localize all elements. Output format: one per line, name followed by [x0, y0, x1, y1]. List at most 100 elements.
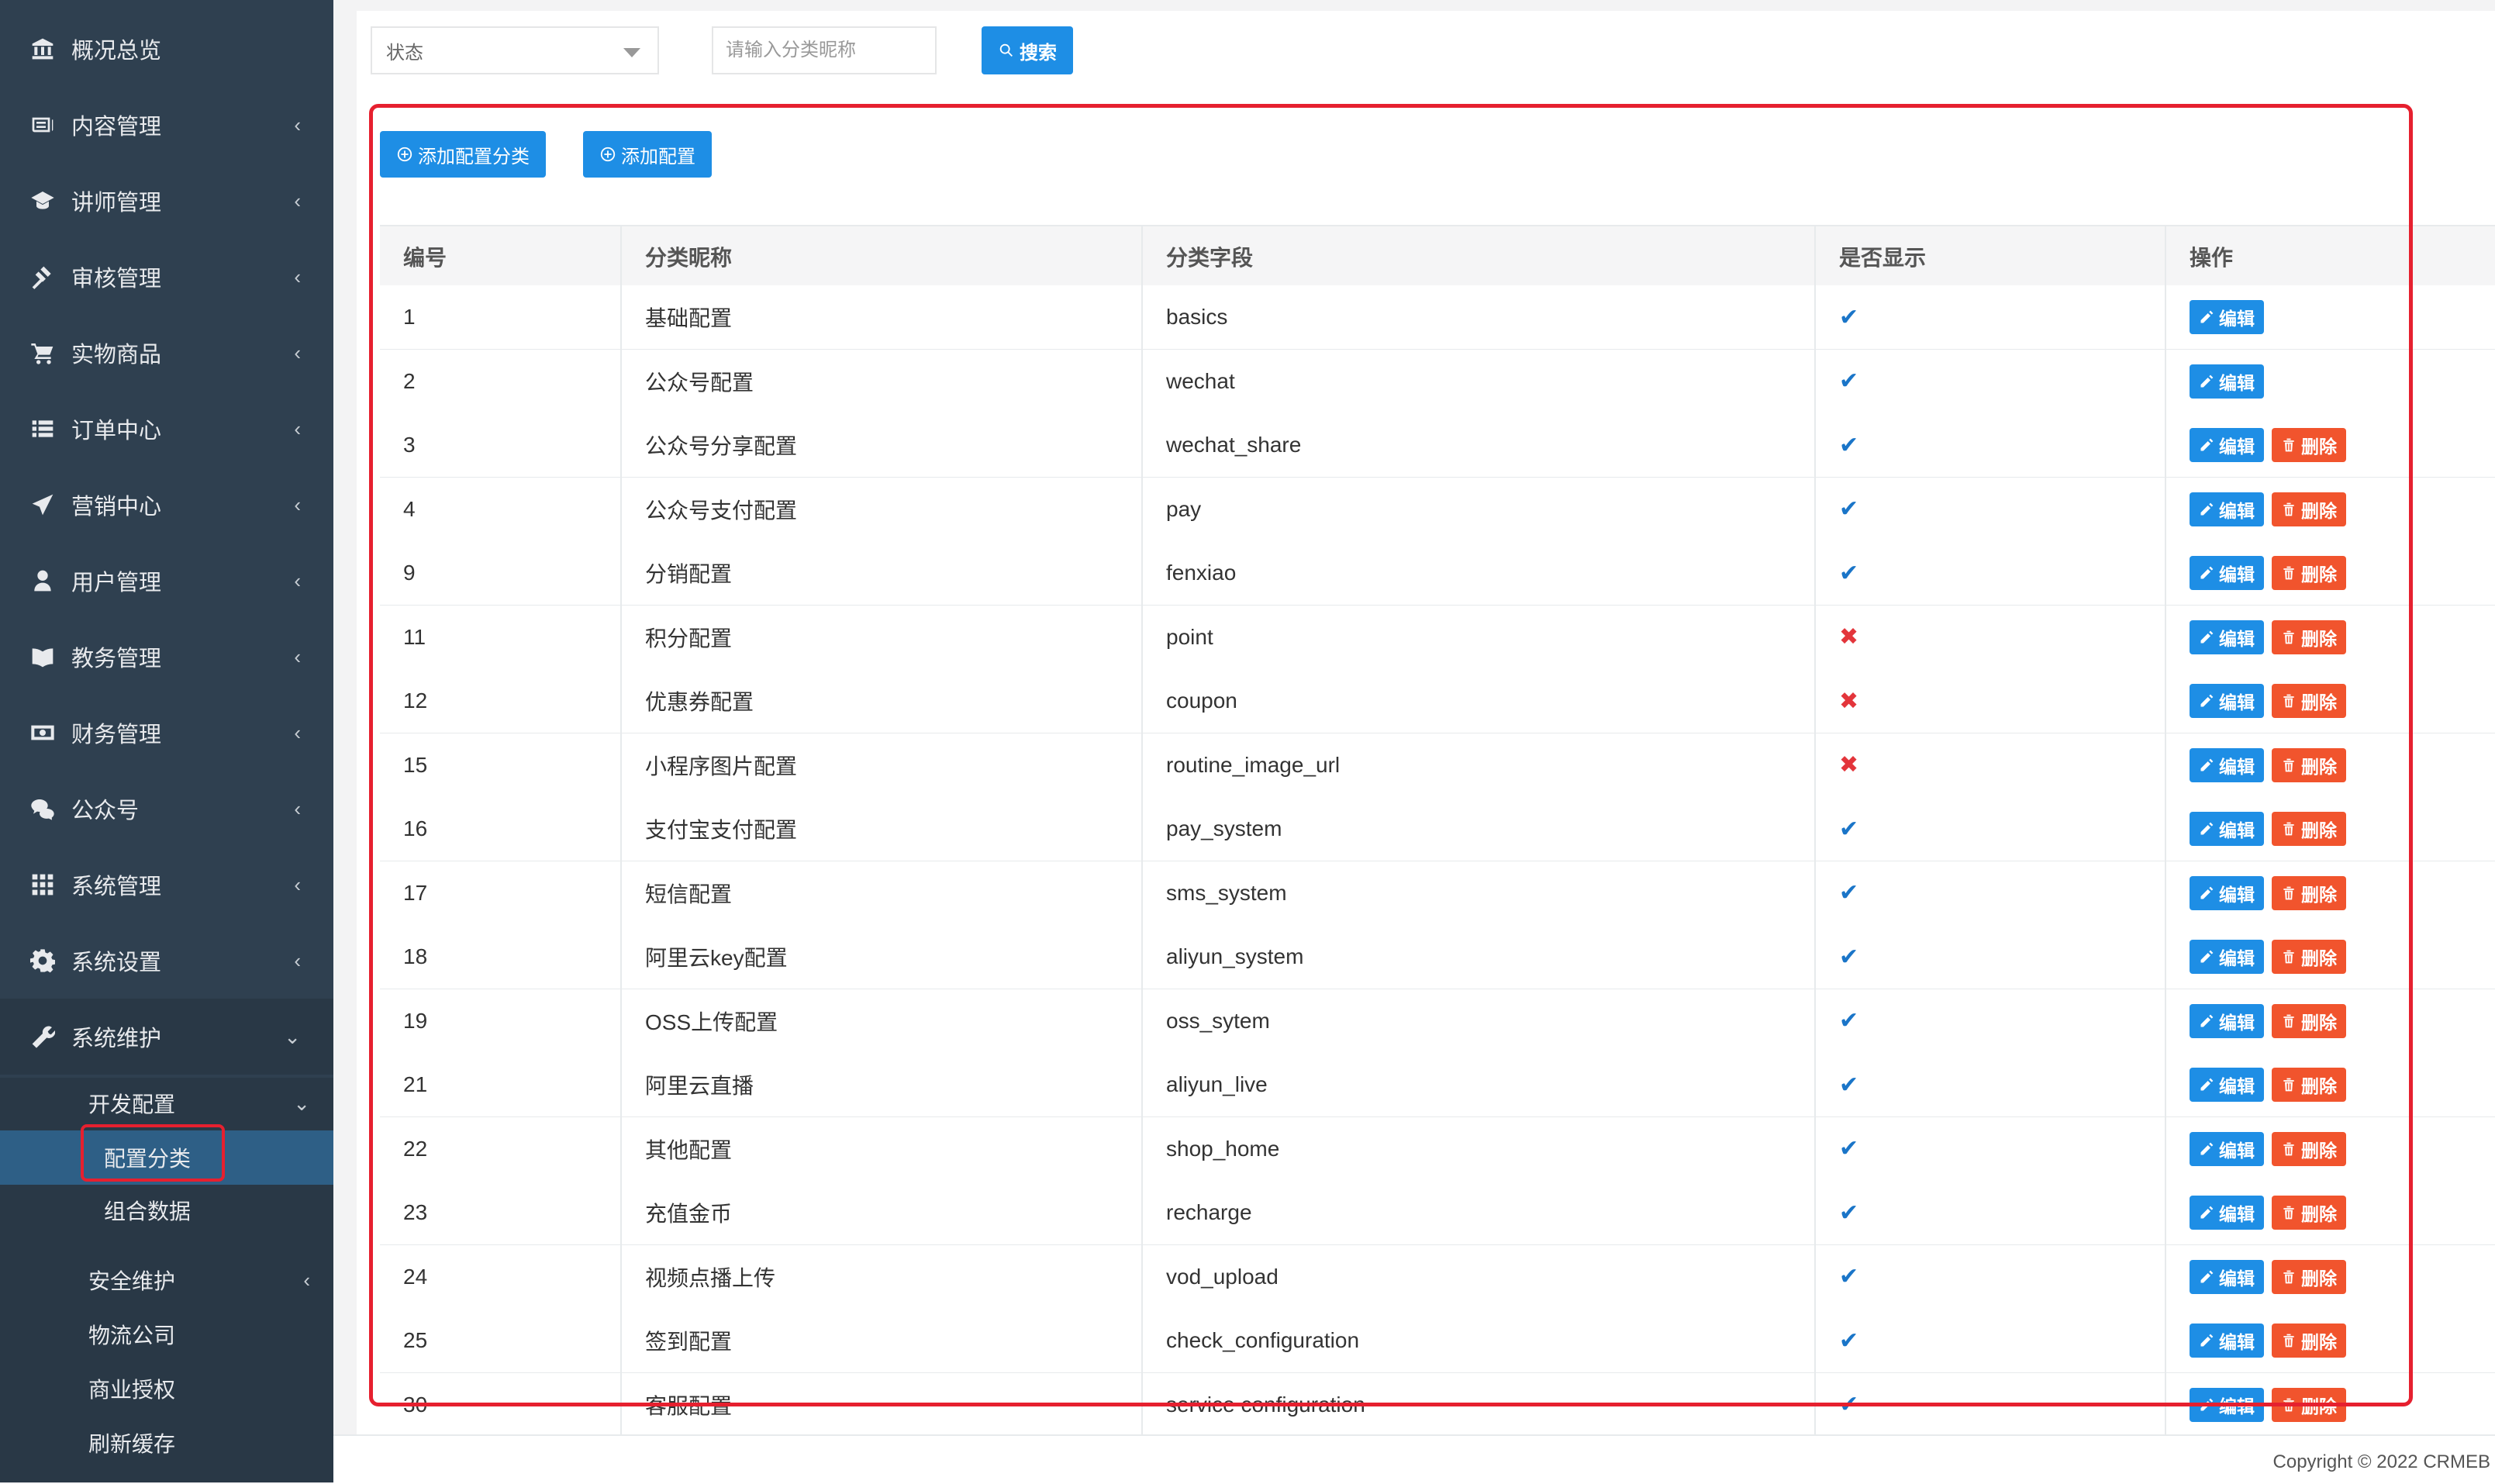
pencil-icon — [2200, 502, 2214, 515]
delete-button[interactable]: 删除 — [2272, 1324, 2346, 1358]
check-icon: ✔ — [1839, 1327, 1859, 1354]
category-field: shop_home — [1166, 1136, 1280, 1161]
show-cell: ✖ — [1814, 605, 2165, 669]
edit-label: 编辑 — [2219, 309, 2255, 329]
field-cell: point — [1141, 605, 1814, 669]
category-field: recharge — [1166, 1200, 1252, 1224]
trash-icon — [2283, 1142, 2294, 1155]
row-id: 23 — [403, 1200, 428, 1224]
edit-button[interactable]: 编辑 — [2190, 812, 2264, 846]
delete-button[interactable]: 删除 — [2272, 812, 2346, 846]
show-cell: ✔ — [1814, 989, 2165, 1053]
delete-label: 删除 — [2301, 756, 2337, 777]
category-name: 公众号支付配置 — [645, 498, 798, 523]
delete-button[interactable]: 删除 — [2272, 556, 2346, 590]
category-name: 优惠券配置 — [645, 690, 754, 714]
table-row: 21 阿里云直播 aliyun_live ✔ 编辑 删除 — [380, 1053, 2495, 1118]
table-row: 11 积分配置 point ✖ 编辑 删除 — [380, 605, 2495, 671]
edit-button[interactable]: 编辑 — [2190, 1196, 2264, 1230]
show-cell: ✔ — [1814, 1372, 2165, 1434]
category-field: coupon — [1166, 689, 1237, 713]
delete-label: 删除 — [2301, 1012, 2337, 1033]
trash-icon — [2283, 438, 2294, 452]
category-name: 阿里云key配置 — [645, 946, 788, 970]
delete-button[interactable]: 删除 — [2272, 684, 2346, 718]
field-cell: sms_system — [1141, 861, 1814, 925]
pencil-icon — [2200, 1206, 2214, 1219]
edit-button[interactable]: 编辑 — [2190, 1259, 2264, 1294]
edit-button[interactable]: 编辑 — [2190, 1387, 2264, 1422]
delete-button[interactable]: 删除 — [2272, 940, 2346, 974]
id-cell: 15 — [380, 733, 620, 797]
delete-button[interactable]: 删除 — [2272, 1259, 2346, 1294]
name-cell: 短信配置 — [620, 861, 1141, 925]
field-cell: shop_home — [1141, 1116, 1814, 1181]
edit-button[interactable]: 编辑 — [2190, 364, 2264, 399]
edit-button[interactable]: 编辑 — [2190, 619, 2264, 654]
category-name: 客服配置 — [645, 1393, 733, 1418]
header-label: 是否显示 — [1839, 246, 1927, 270]
edit-button[interactable]: 编辑 — [2190, 940, 2264, 974]
delete-button[interactable]: 删除 — [2272, 1003, 2346, 1038]
id-cell: 22 — [380, 1117, 620, 1181]
id-cell: 12 — [380, 669, 620, 733]
edit-button[interactable]: 编辑 — [2190, 300, 2264, 334]
category-field: sms_system — [1166, 880, 1287, 905]
delete-button[interactable]: 删除 — [2272, 619, 2346, 654]
table-row: 17 短信配置 sms_system ✔ 编辑 删除 — [380, 861, 2495, 927]
actions-cell: 编辑 删除 — [2165, 925, 2495, 989]
edit-button[interactable]: 编辑 — [2190, 428, 2264, 462]
row-id: 16 — [403, 816, 428, 840]
field-cell: fenxiao — [1141, 541, 1814, 605]
actions-cell: 编辑 删除 — [2165, 1372, 2495, 1434]
delete-button[interactable]: 删除 — [2272, 1196, 2346, 1230]
edit-label: 编辑 — [2219, 1140, 2255, 1161]
table-header-cell: 分类字段 — [1141, 226, 1814, 287]
edit-button[interactable]: 编辑 — [2190, 1003, 2264, 1038]
show-cell: ✔ — [1814, 1053, 2165, 1116]
table-row: 2 公众号配置 wechat ✔ 编辑 — [380, 349, 2495, 415]
table-row: 24 视频点播上传 vod_upload ✔ 编辑 删除 — [380, 1244, 2495, 1310]
delete-button[interactable]: 删除 — [2272, 1131, 2346, 1166]
edit-button[interactable]: 编辑 — [2190, 684, 2264, 718]
edit-button[interactable]: 编辑 — [2190, 492, 2264, 526]
category-field: aliyun_system — [1166, 944, 1304, 968]
category-field: wechat_share — [1166, 433, 1302, 457]
trash-icon — [2283, 694, 2294, 708]
row-id: 15 — [403, 752, 428, 777]
trash-icon — [2283, 1398, 2294, 1411]
id-cell: 11 — [380, 606, 620, 669]
edit-button[interactable]: 编辑 — [2190, 556, 2264, 590]
category-name: 小程序图片配置 — [645, 754, 798, 778]
delete-button[interactable]: 删除 — [2272, 1068, 2346, 1102]
name-cell: OSS上传配置 — [620, 989, 1141, 1053]
field-cell: basics — [1141, 285, 1814, 349]
show-cell: ✔ — [1814, 1244, 2165, 1309]
edit-button[interactable]: 编辑 — [2190, 1131, 2264, 1166]
name-cell: 公众号分享配置 — [620, 413, 1141, 477]
pencil-icon — [2200, 1270, 2214, 1282]
edit-label: 编辑 — [2219, 500, 2255, 521]
delete-label: 删除 — [2301, 1396, 2337, 1417]
edit-button[interactable]: 编辑 — [2190, 747, 2264, 782]
actions-cell: 编辑 删除 — [2165, 669, 2495, 733]
edit-button[interactable]: 编辑 — [2190, 1068, 2264, 1102]
category-name: 积分配置 — [645, 626, 733, 651]
id-cell: 19 — [380, 989, 620, 1053]
edit-button[interactable]: 编辑 — [2190, 1324, 2264, 1358]
footer: Copyright © 2022 CRMEB — [333, 1434, 2495, 1484]
delete-button[interactable]: 删除 — [2272, 875, 2346, 910]
edit-button[interactable]: 编辑 — [2190, 875, 2264, 910]
row-id: 24 — [403, 1264, 428, 1289]
category-field: pay — [1166, 496, 1202, 521]
delete-button[interactable]: 删除 — [2272, 428, 2346, 462]
delete-button[interactable]: 删除 — [2272, 747, 2346, 782]
table-row: 19 OSS上传配置 oss_sytem ✔ 编辑 删除 — [380, 989, 2495, 1054]
pencil-icon — [2200, 1078, 2214, 1091]
delete-label: 删除 — [2301, 437, 2337, 457]
category-field: point — [1166, 624, 1213, 649]
trash-icon — [2283, 950, 2294, 964]
delete-button[interactable]: 删除 — [2272, 1387, 2346, 1422]
category-name: 其他配置 — [645, 1137, 733, 1162]
delete-button[interactable]: 删除 — [2272, 492, 2346, 526]
